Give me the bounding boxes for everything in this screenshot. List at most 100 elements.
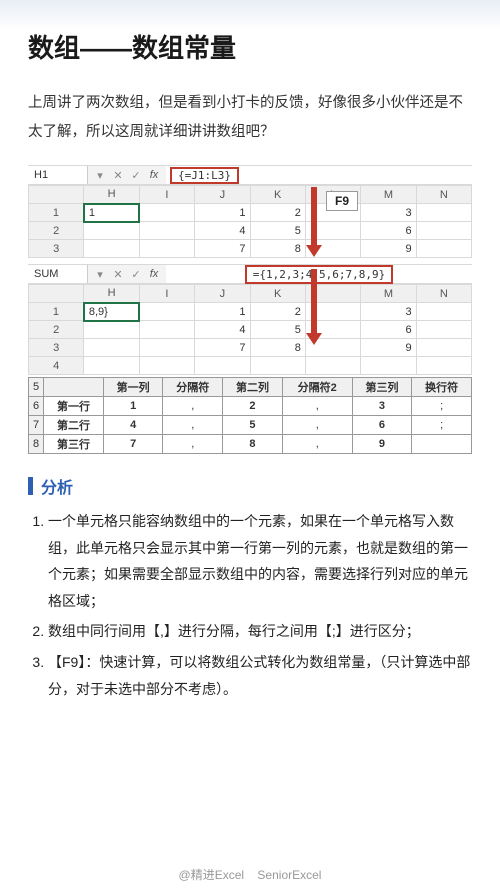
footer: @精进Excel SeniorExcel: [0, 866, 500, 883]
col-header: J: [195, 285, 250, 303]
cell: [305, 357, 360, 375]
def-cell: 9: [352, 435, 412, 454]
row-number: 1: [29, 303, 84, 321]
cell: 2: [250, 303, 305, 321]
fx-icon: fx: [148, 169, 160, 181]
cell: 7: [195, 339, 250, 357]
row-number: 3: [29, 240, 84, 258]
name-box-1: H1: [28, 166, 88, 184]
col-header: N: [416, 285, 471, 303]
def-cell: ,: [282, 416, 352, 435]
col-header: [29, 285, 84, 303]
col-header: I: [139, 186, 194, 204]
analysis-header-text: 分析: [41, 474, 73, 498]
col-header: H: [84, 285, 139, 303]
dropdown-icon: ▾: [94, 268, 106, 281]
def-cell: ,: [282, 397, 352, 416]
def-cell: ,: [282, 435, 352, 454]
def-cell: 6: [352, 416, 412, 435]
col-header: N: [416, 186, 471, 204]
def-col-header: [44, 378, 104, 397]
row-number: 1: [29, 204, 84, 222]
cell: [416, 339, 471, 357]
name-box-2: SUM: [28, 265, 88, 283]
formula-buttons-1: ▾ ✕ ✓ fx: [88, 166, 166, 184]
cell: 4: [195, 222, 250, 240]
cell: 5: [250, 321, 305, 339]
cell: [139, 339, 194, 357]
cancel-icon: ✕: [112, 169, 124, 182]
accept-icon: ✓: [130, 169, 142, 182]
row-number: 4: [29, 357, 84, 375]
cell: 4: [195, 321, 250, 339]
cell: [195, 357, 250, 375]
cell: 9: [361, 240, 416, 258]
col-header: J: [195, 186, 250, 204]
cell: 3: [361, 204, 416, 222]
cell: [84, 357, 139, 375]
cell: [250, 357, 305, 375]
cell: 5: [250, 222, 305, 240]
formula-buttons-2: ▾ ✕ ✓ fx: [88, 265, 166, 283]
def-col-header: 第一列: [103, 378, 163, 397]
arrow-down-1: [311, 187, 317, 247]
cancel-icon: ✕: [112, 268, 124, 281]
col-header: H: [84, 186, 139, 204]
arrow-head-1: [306, 245, 322, 257]
cell: [84, 240, 139, 258]
grid-1: HIJKLMN1112324563789: [28, 185, 472, 258]
cell: 1: [195, 303, 250, 321]
formula-text-1: {=J1:L3}: [170, 167, 239, 184]
def-cell: ,: [163, 416, 223, 435]
def-cell: ;: [412, 416, 472, 435]
col-header: K: [250, 186, 305, 204]
cell: 2: [250, 204, 305, 222]
analysis-list: 一个单元格只能容纳数组中的一个元素，如果在一个单元格写入数组，此单元格只会显示其…: [28, 508, 472, 702]
def-col-header: 换行符: [412, 378, 472, 397]
formula-bar-1: {=J1:L3}: [166, 166, 472, 184]
def-cell: 4: [103, 416, 163, 435]
def-cell: ;: [412, 397, 472, 416]
cell: [361, 357, 416, 375]
excel-screenshot: F9 H1 ▾ ✕ ✓ fx {=J1:L3} HIJKLMN111232456…: [28, 165, 472, 454]
def-col-header: 分隔符2: [282, 378, 352, 397]
analysis-item: 数组中同行间用【,】进行分隔，每行之间用【;】进行区分；: [48, 618, 472, 645]
formula-bar-2: ={1,2,3;4,5,6;7,8,9}: [166, 265, 472, 283]
row-number: 2: [29, 222, 84, 240]
cell: 6: [361, 222, 416, 240]
fx-icon: fx: [148, 268, 160, 280]
page-title: 数组——数组常量: [28, 28, 472, 65]
cell: [84, 222, 139, 240]
cell: [139, 222, 194, 240]
cell: [416, 321, 471, 339]
def-cell: [412, 435, 472, 454]
cell: [139, 303, 194, 321]
col-header: K: [250, 285, 305, 303]
col-header: I: [139, 285, 194, 303]
cell: [139, 321, 194, 339]
def-cell: ,: [163, 397, 223, 416]
cell: [139, 204, 194, 222]
cell: 1: [84, 204, 139, 222]
row-number: 2: [29, 321, 84, 339]
cell: [416, 240, 471, 258]
definition-table: 5第一列分隔符第二列分隔符2第三列换行符6第一行1,2,3;7第二行4,5,6;…: [28, 377, 472, 454]
cell: 7: [195, 240, 250, 258]
def-cell: 5: [223, 416, 283, 435]
col-header: M: [361, 285, 416, 303]
def-col-header: 第二列: [223, 378, 283, 397]
analysis-item: 【F9】：快速计算，可以将数组公式转化为数组常量，（只计算选中部分，对于未选中部…: [48, 649, 472, 702]
cell: [416, 204, 471, 222]
cell: [416, 303, 471, 321]
accept-icon: ✓: [130, 268, 142, 281]
def-cell: 1: [103, 397, 163, 416]
cell: 3: [361, 303, 416, 321]
cell: [416, 222, 471, 240]
def-col-header: 分隔符: [163, 378, 223, 397]
cell: 6: [361, 321, 416, 339]
row-number: 3: [29, 339, 84, 357]
cell: 8: [250, 240, 305, 258]
cell: [416, 357, 471, 375]
formula-text-2: ={1,2,3;4,5,6;7,8,9}: [245, 265, 393, 284]
col-header: M: [361, 186, 416, 204]
